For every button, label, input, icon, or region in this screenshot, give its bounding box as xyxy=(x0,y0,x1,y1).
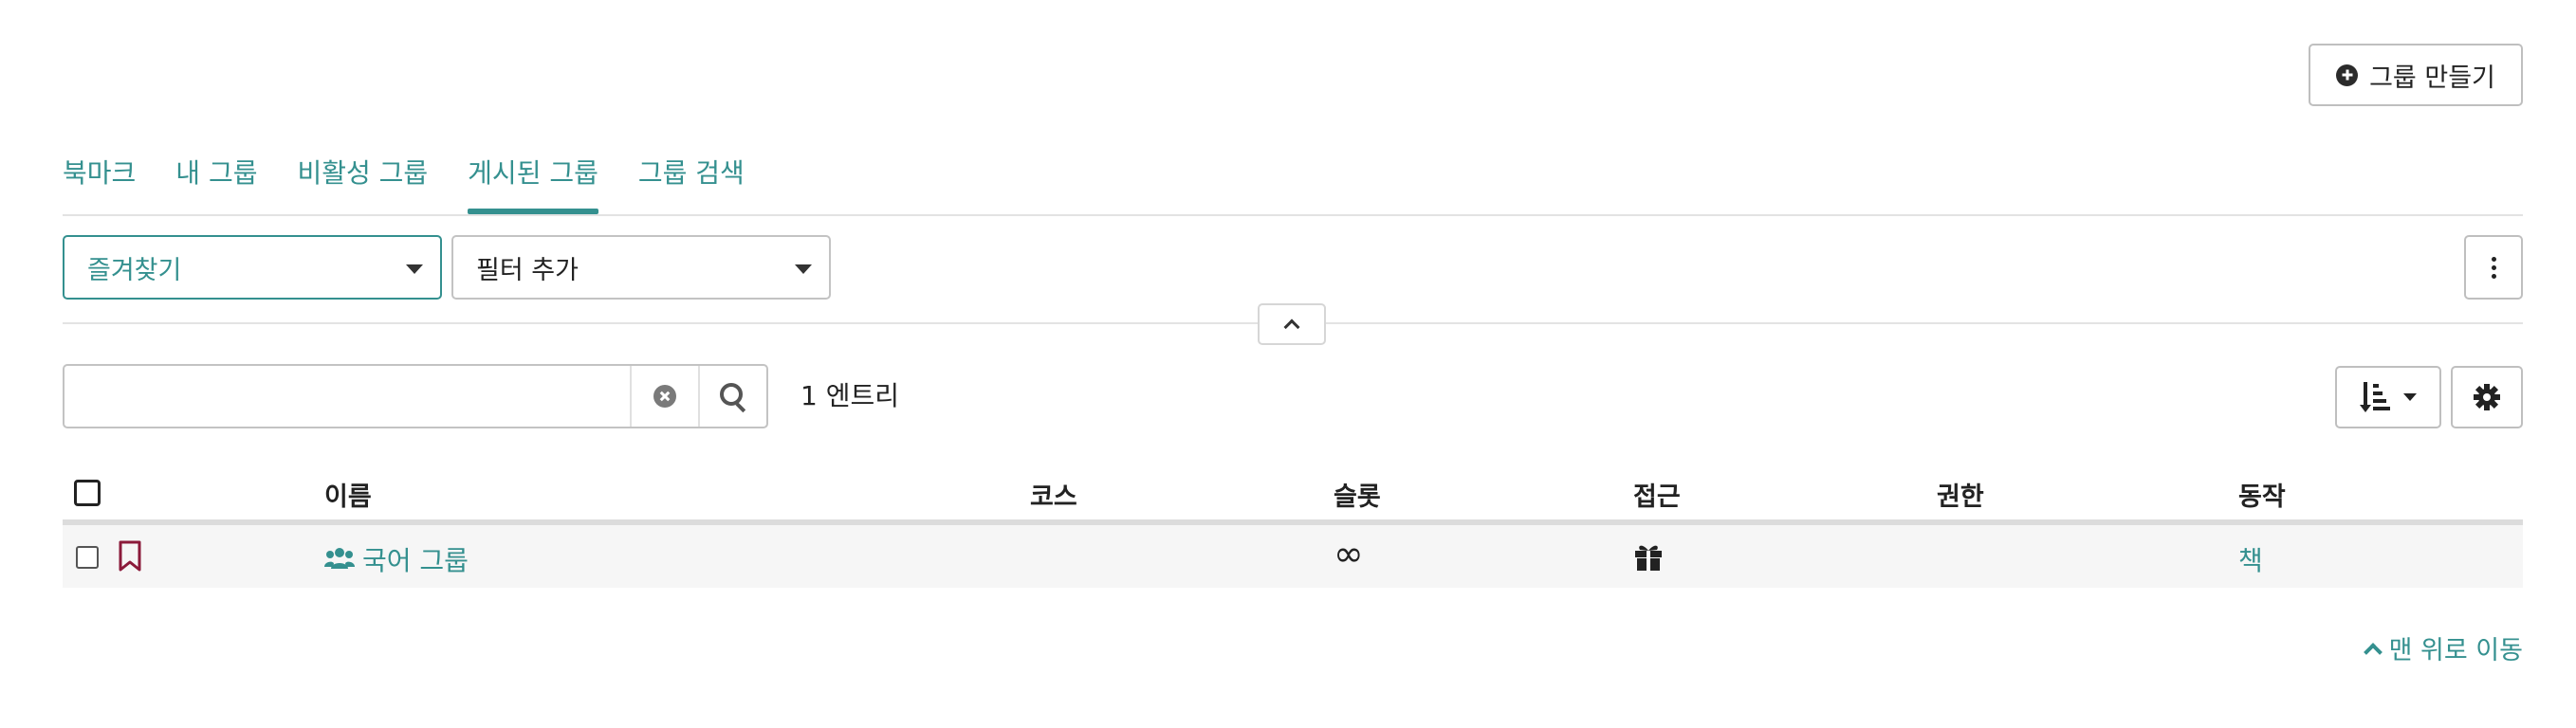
tab-inactive-groups[interactable]: 비활성 그룹 xyxy=(297,152,428,214)
tab-published-groups[interactable]: 게시된 그룹 xyxy=(468,152,598,214)
column-slots[interactable]: 슬롯 xyxy=(1334,476,1381,513)
column-action: 동작 xyxy=(2238,482,2286,512)
tab-bookmarks[interactable]: 북마크 xyxy=(63,152,136,214)
caret-down-icon xyxy=(795,264,812,274)
column-name[interactable]: 이름 xyxy=(324,476,372,513)
add-filter-select-value: 필터 추가 xyxy=(476,255,579,285)
chevron-up-icon xyxy=(2363,642,2383,662)
entries-count: 1 엔트리 xyxy=(800,380,899,411)
plus-circle-icon xyxy=(2336,64,2359,86)
back-to-top-label: 맨 위로 이동 xyxy=(2388,636,2523,665)
search-button[interactable] xyxy=(698,366,766,427)
table-settings-button[interactable] xyxy=(2451,366,2523,428)
chevron-up-icon xyxy=(1283,318,1300,336)
favorites-select[interactable]: 즐겨찾기 xyxy=(63,235,442,300)
create-group-label: 그룹 만들기 xyxy=(2369,63,2495,93)
table-row: 국어 그룹 ∞ 책 xyxy=(63,525,2523,588)
back-to-top-link[interactable]: 맨 위로 이동 xyxy=(2363,629,2523,666)
sort-icon xyxy=(2360,382,2390,412)
group-name-link[interactable]: 국어 그룹 xyxy=(324,540,469,578)
group-name: 국어 그룹 xyxy=(362,545,469,576)
bookmark-icon[interactable] xyxy=(118,540,142,573)
users-icon xyxy=(324,548,355,569)
groups-page: 그룹 만들기 북마크 내 그룹 비활성 그룹 게시된 그룹 그룹 검색 즐겨찾기… xyxy=(0,0,2576,728)
create-group-button[interactable]: 그룹 만들기 xyxy=(2309,44,2523,106)
clear-search-button[interactable] xyxy=(630,366,698,427)
sort-button[interactable] xyxy=(2335,366,2441,428)
column-access[interactable]: 접근 xyxy=(1633,476,1681,513)
groups-table: 이름 코스 슬롯 접근 권한 동작 국어 그룹 ∞ 책 xyxy=(63,468,2523,588)
favorites-select-value: 즐겨찾기 xyxy=(87,255,182,285)
tabs-divider xyxy=(63,214,2523,216)
group-tabs: 북마크 내 그룹 비활성 그룹 게시된 그룹 그룹 검색 xyxy=(63,152,745,214)
clear-icon xyxy=(653,385,676,408)
row-slots: ∞ xyxy=(1334,533,1364,574)
table-header: 이름 코스 슬롯 접근 권한 동작 xyxy=(63,468,2523,525)
caret-down-icon xyxy=(406,264,423,274)
column-course[interactable]: 코스 xyxy=(1030,476,1077,513)
row-checkbox[interactable] xyxy=(76,546,99,569)
collapse-filters-button[interactable] xyxy=(1258,303,1326,345)
add-filter-select[interactable]: 필터 추가 xyxy=(451,235,831,300)
kebab-icon xyxy=(2491,256,2496,262)
search-box xyxy=(63,364,768,428)
tab-group-search[interactable]: 그룹 검색 xyxy=(638,152,745,214)
select-all-checkbox[interactable] xyxy=(74,480,101,506)
caret-down-icon xyxy=(2403,393,2417,401)
gear-icon xyxy=(2474,384,2500,410)
search-input[interactable] xyxy=(64,366,630,427)
search-icon xyxy=(720,383,746,410)
row-action-link[interactable]: 책 xyxy=(2238,540,2263,578)
gift-icon xyxy=(1635,545,1662,571)
column-rights[interactable]: 권한 xyxy=(1937,476,1984,513)
more-options-button[interactable] xyxy=(2464,235,2523,300)
tab-my-groups[interactable]: 내 그룹 xyxy=(175,152,257,214)
